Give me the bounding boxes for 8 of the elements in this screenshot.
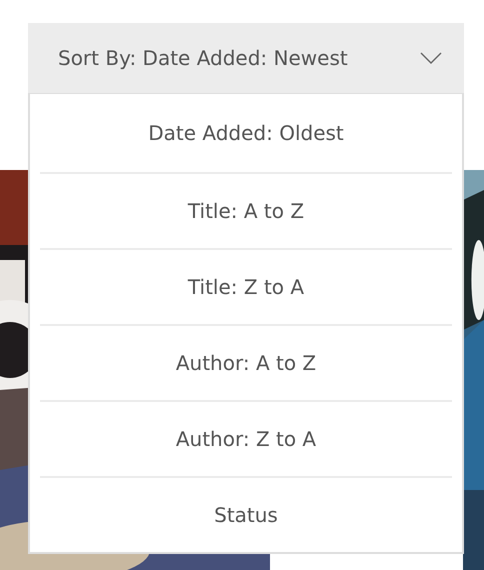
sort-option[interactable]: Title: Z to A <box>40 248 452 324</box>
sort-option[interactable]: Author: A to Z <box>40 324 452 400</box>
sort-option[interactable]: Title: A to Z <box>40 172 452 248</box>
sort-dropdown[interactable]: Sort By: Date Added: Newest <box>28 23 464 93</box>
sort-option[interactable]: Author: Z to A <box>40 400 452 476</box>
sort-option[interactable]: Status <box>40 476 452 552</box>
chevron-down-icon <box>420 52 442 64</box>
sort-option[interactable]: Date Added: Oldest <box>40 94 452 172</box>
